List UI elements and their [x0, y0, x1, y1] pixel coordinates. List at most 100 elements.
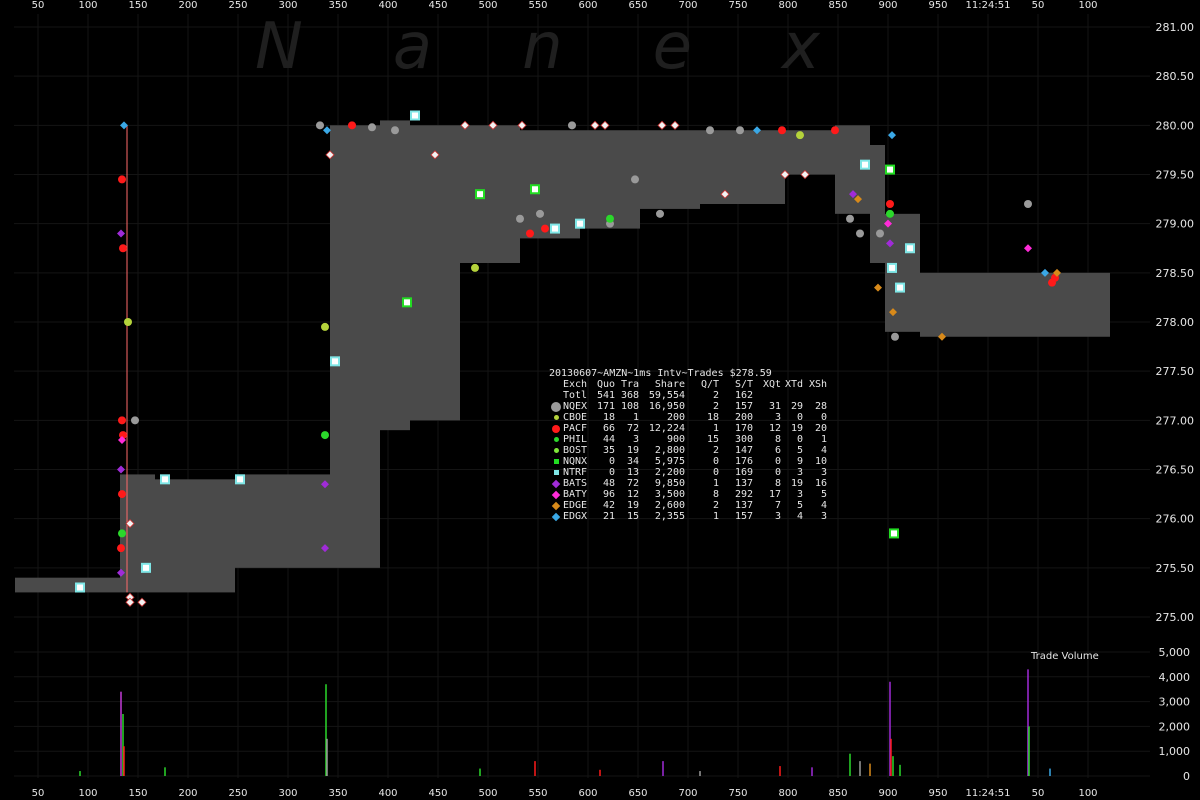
stats-cell: 17: [768, 489, 781, 500]
price-tick-label: 275.50: [1156, 562, 1195, 575]
stats-cell: 541: [596, 390, 615, 401]
x-tick-label-bottom: 700: [678, 788, 697, 799]
nqex-trade-point: [516, 214, 524, 223]
ntrf-trade-point: [141, 562, 151, 573]
volume-tick-label: 0: [1183, 770, 1190, 783]
baty-trade-point: [1024, 244, 1032, 253]
stats-cell: 16,950: [648, 401, 685, 412]
ntrf-trade-point: [887, 262, 897, 273]
stats-cell: 2,200: [654, 467, 685, 478]
stats-cell: 72: [626, 478, 639, 489]
nqex-trade-point: [876, 229, 884, 238]
x-tick-label-bottom: 50: [1032, 788, 1045, 799]
stats-cell: 0: [820, 412, 827, 423]
stats-cell: 137: [734, 478, 753, 489]
stats-cell: Totl: [563, 390, 588, 401]
stats-cell: 59,554: [648, 390, 685, 401]
stats-cell: 147: [734, 445, 753, 456]
stats-header-cell: Share: [654, 379, 685, 390]
stats-cell: 15: [706, 434, 719, 445]
nbbo-segment: [870, 145, 885, 263]
stats-cell: 42: [602, 500, 615, 511]
ntrf-trade-point: [860, 159, 870, 170]
nqex-trade-point: [391, 126, 399, 135]
stats-cell: 292: [734, 489, 753, 500]
nqex-trade-point: [368, 123, 376, 132]
stats-header-row: Exch Quo Tra Share Q/T S/T XQt XTd XSh: [549, 379, 827, 390]
stats-cell: 31: [768, 401, 781, 412]
price-tick-label: 280.50: [1156, 70, 1195, 83]
legend-marker-icon: [549, 412, 563, 423]
stats-cell: 20: [814, 423, 827, 434]
stats-cell: 0: [608, 467, 615, 478]
stats-cell: 5: [796, 445, 803, 456]
price-tick-label: 279.00: [1156, 218, 1195, 231]
x-tick-label-bottom: 800: [778, 788, 797, 799]
stats-row: NQNX 0 34 5,975 0 176 0 9 10: [549, 456, 827, 467]
nbbo-segment: [380, 120, 410, 431]
legend-marker-icon: [549, 511, 563, 522]
x-tick-label-top: 100: [1078, 0, 1097, 11]
stats-header-cell: Quo: [596, 379, 615, 390]
price-tick-label: 277.00: [1156, 414, 1195, 427]
stats-header-cell: XSh: [808, 379, 827, 390]
nqex-trade-point: [631, 175, 639, 184]
stats-cell: BOST: [563, 445, 588, 456]
stats-header-cell: XQt: [762, 379, 781, 390]
stats-cell: 3: [820, 511, 827, 522]
cboe-trade-point: [471, 263, 479, 272]
nqex-trade-point: [316, 121, 324, 130]
stats-cell: 0: [796, 412, 803, 423]
stats-header-cell: Exch: [563, 379, 588, 390]
stats-row: BOST 35 19 2,800 2 147 6 5 4: [549, 445, 827, 456]
pacf-trade-point: [1048, 278, 1056, 287]
stats-cell: 1: [820, 434, 827, 445]
stats-cell: NQEX: [563, 401, 588, 412]
stats-cell: 8: [712, 489, 719, 500]
nbbo-segment: [330, 125, 380, 568]
pacf-trade-point: [541, 224, 549, 233]
nqex-trade-point: [536, 209, 544, 218]
stats-cell: 48: [602, 478, 615, 489]
stats-cell: EDGE: [563, 500, 588, 511]
x-tick-label-top: 150: [128, 0, 147, 11]
x-tick-label-bottom: 250: [228, 788, 247, 799]
nqex-trade-point: [846, 214, 854, 223]
stats-cell: 2,600: [654, 500, 685, 511]
stats-header-cell: Q/T: [700, 379, 719, 390]
stats-header-cell: S/T: [734, 379, 753, 390]
cboe-trade-point: [796, 131, 804, 140]
x-tick-label-top: 250: [228, 0, 247, 11]
nqex-trade-point: [568, 121, 576, 130]
stats-cell: 34: [626, 456, 639, 467]
stats-row: EDGX 21 15 2,355 1 157 3 4 3: [549, 511, 827, 522]
x-tick-label-bottom: 500: [478, 788, 497, 799]
x-tick-label-bottom: 750: [728, 788, 747, 799]
nqex-trade-point: [736, 126, 744, 135]
legend-marker-icon: [549, 456, 563, 467]
price-tick-label: 275.00: [1156, 611, 1195, 624]
stats-cell: PACF: [563, 423, 588, 434]
x-tick-label-bottom: 11:24:51: [966, 788, 1011, 799]
price-tick-label: 277.50: [1156, 365, 1195, 378]
x-tick-label-top: 50: [32, 0, 45, 11]
stats-cell: 2: [712, 500, 719, 511]
ntrf-trade-point: [895, 282, 905, 293]
stats-cell: 21: [602, 511, 615, 522]
stats-cell: 0: [712, 467, 719, 478]
stats-cell: 19: [790, 423, 803, 434]
stats-header-cell: Tra: [620, 379, 639, 390]
pacf-trade-point: [118, 416, 126, 425]
price-tick-label: 278.00: [1156, 316, 1195, 329]
stats-cell: 3: [796, 467, 803, 478]
price-tick-label: 276.50: [1156, 464, 1195, 477]
stats-cell: 2: [712, 445, 719, 456]
nqex-trade-point: [1024, 200, 1032, 208]
stats-cell: 0: [608, 456, 615, 467]
stats-row: Totl 541 368 59,554 2 162: [549, 390, 827, 401]
price-tick-label: 279.50: [1156, 169, 1195, 182]
stats-cell: 3: [774, 511, 781, 522]
stats-cell: 4: [820, 500, 827, 511]
x-tick-label-bottom: 850: [828, 788, 847, 799]
x-tick-label-top: 200: [178, 0, 197, 11]
